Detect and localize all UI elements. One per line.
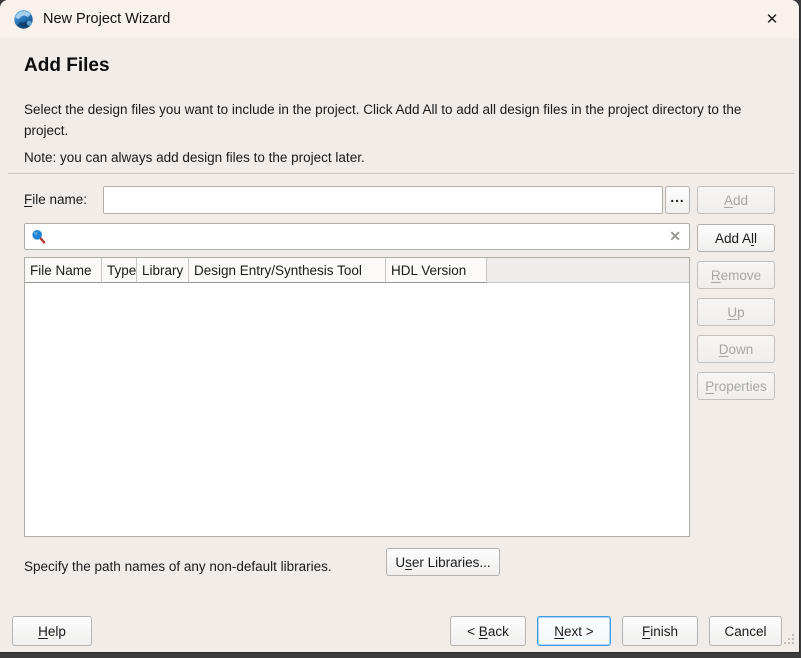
column-header-filler (487, 258, 689, 283)
dialog-content: Add Files Select the design files you wa… (0, 38, 799, 652)
properties-button[interactable]: Properties (697, 372, 775, 400)
add-button[interactable]: Add (697, 186, 775, 214)
next-button[interactable]: Next > (537, 616, 611, 646)
quartus-logo-icon (13, 9, 34, 30)
new-project-wizard-dialog: New Project Wizard ✕ Add Files Select th… (0, 0, 799, 652)
column-header-hdl-version[interactable]: HDL Version (386, 258, 487, 283)
window-title: New Project Wizard (43, 11, 170, 27)
column-header-file-name[interactable]: File Name (25, 258, 102, 283)
table-body-empty[interactable] (25, 283, 689, 536)
library-instruction-text: Specify the path names of any non-defaul… (24, 559, 332, 574)
page-note: Note: you can always add design files to… (24, 150, 365, 165)
file-name-label: File name: (24, 192, 87, 207)
user-libraries-button[interactable]: User Libraries... (386, 548, 500, 576)
table-header-row: File Name Type Library Design Entry/Synt… (25, 258, 689, 283)
search-input[interactable] (48, 224, 669, 249)
search-icon (30, 228, 48, 246)
browse-button[interactable]: ... (665, 186, 690, 214)
finish-button[interactable]: Finish (622, 616, 698, 646)
add-all-button[interactable]: Add All (697, 224, 775, 252)
close-icon[interactable]: ✕ (755, 4, 789, 34)
column-header-library[interactable]: Library (137, 258, 189, 283)
column-header-type[interactable]: Type (102, 258, 137, 283)
files-table[interactable]: File Name Type Library Design Entry/Synt… (24, 257, 690, 537)
down-button[interactable]: Down (697, 335, 775, 363)
page-description: Select the design files you want to incl… (24, 100, 760, 142)
remove-button[interactable]: Remove (697, 261, 775, 289)
column-header-design-entry-synthesis-tool[interactable]: Design Entry/Synthesis Tool (189, 258, 386, 283)
cancel-button[interactable]: Cancel (709, 616, 782, 646)
up-button[interactable]: Up (697, 298, 775, 326)
resize-grip[interactable] (782, 632, 794, 644)
file-filter-searchbox: ✕ (24, 223, 690, 250)
titlebar: New Project Wizard ✕ (0, 0, 799, 38)
clear-search-icon[interactable]: ✕ (669, 228, 681, 245)
separator-line (8, 173, 794, 174)
page-title: Add Files (24, 55, 110, 77)
back-button[interactable]: < Back (450, 616, 526, 646)
help-button[interactable]: Help (12, 616, 92, 646)
file-name-input[interactable] (103, 186, 663, 214)
